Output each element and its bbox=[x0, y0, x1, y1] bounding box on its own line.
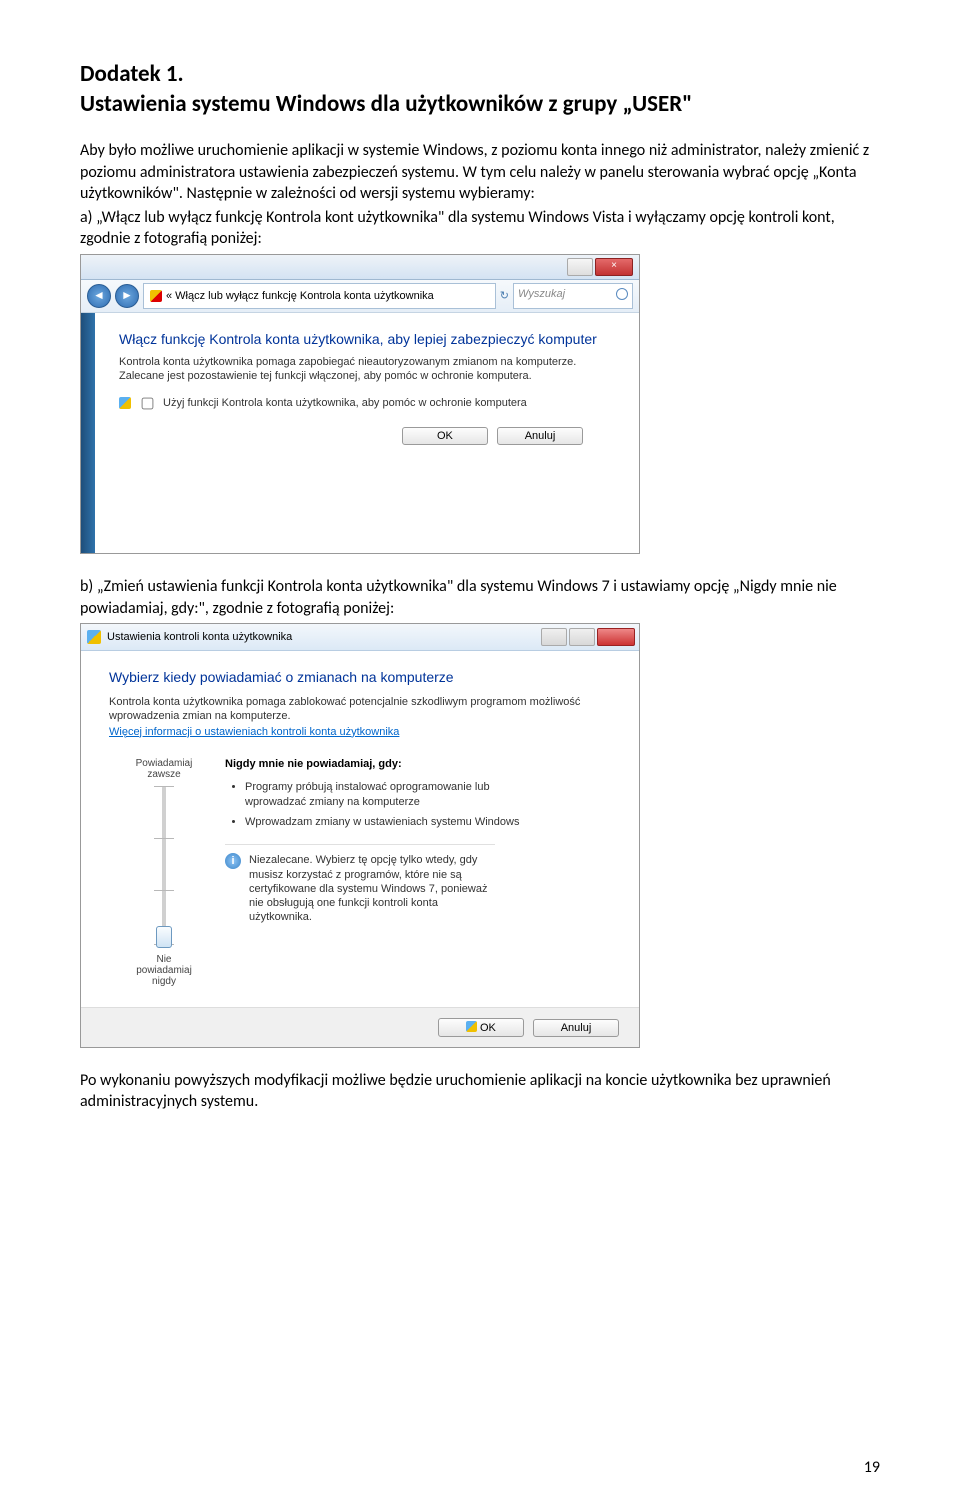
uac-checkbox-row: Użyj funkcji Kontrola konta użytkownika,… bbox=[119, 394, 615, 413]
window-body: Wybierz kiedy powiadamiać o zmianach na … bbox=[81, 651, 639, 1007]
slider-description-column: Nigdy mnie nie powiadamiaj, gdy: Program… bbox=[225, 758, 601, 987]
never-notify-heading: Nigdy mnie nie powiadamiaj, gdy: bbox=[225, 758, 601, 770]
search-placeholder: Wyszukaj bbox=[518, 288, 565, 300]
shield-icon bbox=[119, 397, 131, 409]
paragraph-option-a: a) „Włącz lub wyłącz funkcję Kontrola ko… bbox=[80, 207, 880, 250]
slider-label-never: Nie powiadamiaj nigdy bbox=[129, 954, 199, 987]
more-info-link[interactable]: Więcej informacji o ustawieniach kontrol… bbox=[109, 726, 399, 738]
bullet-item: Wprowadzam zmiany w ustawieniach systemu… bbox=[245, 815, 525, 830]
shield-icon bbox=[87, 630, 101, 644]
warning-text: Niezalecane. Wybierz tę opcję tylko wted… bbox=[249, 853, 495, 924]
minimize-button[interactable] bbox=[541, 628, 567, 646]
paragraph-option-b: b) „Zmień ustawienia funkcji Kontrola ko… bbox=[80, 576, 880, 619]
uac-checkbox-label: Użyj funkcji Kontrola konta użytkownika,… bbox=[163, 397, 527, 409]
info-icon: i bbox=[225, 853, 241, 869]
uac-checkbox[interactable] bbox=[142, 397, 154, 409]
content-area: Włącz funkcję Kontrola konta użytkownika… bbox=[95, 313, 639, 553]
window-title: Ustawienia kontroli konta użytkownika bbox=[107, 631, 292, 643]
shield-icon bbox=[466, 1021, 477, 1032]
search-input[interactable]: Wyszukaj bbox=[513, 283, 633, 309]
screenshot-win7-uac: Ustawienia kontroli konta użytkownika Wy… bbox=[80, 623, 640, 1048]
ok-label: OK bbox=[480, 1022, 496, 1034]
document-page: Dodatek 1. Ustawienia systemu Windows dl… bbox=[0, 0, 960, 1507]
window-body: Włącz funkcję Kontrola konta użytkownika… bbox=[81, 313, 639, 553]
nav-bar: ◄ ► « Włącz lub wyłącz funkcję Kontrola … bbox=[81, 280, 639, 313]
minimize-button[interactable] bbox=[567, 258, 593, 276]
cancel-button[interactable]: Anuluj bbox=[533, 1019, 619, 1037]
close-button[interactable] bbox=[597, 628, 635, 646]
panel-heading: Wybierz kiedy powiadamiać o zmianach na … bbox=[109, 669, 611, 685]
bullet-item: Programy próbują instalować oprogramowan… bbox=[245, 780, 525, 810]
heading-dodatek: Dodatek 1. bbox=[80, 60, 880, 88]
never-notify-bullets: Programy próbują instalować oprogramowan… bbox=[225, 780, 525, 831]
panel-description: Kontrola konta użytkownika pomaga zablok… bbox=[109, 695, 611, 724]
maximize-button[interactable] bbox=[569, 628, 595, 646]
forward-button[interactable]: ► bbox=[115, 284, 139, 308]
cancel-button[interactable]: Anuluj bbox=[497, 427, 583, 445]
breadcrumb-bar[interactable]: « Włącz lub wyłącz funkcję Kontrola kont… bbox=[143, 283, 496, 309]
warning-box: i Niezalecane. Wybierz tę opcję tylko wt… bbox=[225, 844, 495, 924]
breadcrumb-text: « Włącz lub wyłącz funkcję Kontrola kont… bbox=[166, 288, 434, 304]
window-controls bbox=[541, 628, 635, 646]
button-row: OK Anuluj bbox=[119, 413, 615, 461]
screenshot-vista-uac: × ◄ ► « Włącz lub wyłącz funkcję Kontrol… bbox=[80, 254, 640, 554]
back-button[interactable]: ◄ bbox=[87, 284, 111, 308]
slider-area: Powiadamiaj zawsze Nie powiadamiaj nigdy… bbox=[109, 738, 611, 995]
slider-tick bbox=[154, 838, 174, 839]
window-titlebar: × bbox=[81, 255, 639, 280]
slider-track-wrap bbox=[152, 786, 176, 946]
window-titlebar: Ustawienia kontroli konta użytkownika bbox=[81, 624, 639, 651]
refresh-icon[interactable]: ↻ bbox=[500, 289, 509, 302]
search-icon bbox=[616, 288, 628, 300]
slider-tick bbox=[154, 890, 174, 891]
slider-column: Powiadamiaj zawsze Nie powiadamiaj nigdy bbox=[129, 758, 199, 987]
panel-heading: Włącz funkcję Kontrola konta użytkownika… bbox=[119, 331, 615, 347]
shield-icon bbox=[150, 290, 162, 302]
page-number: 19 bbox=[864, 1458, 880, 1477]
left-gradient-panel bbox=[81, 313, 95, 553]
button-row: OK Anuluj bbox=[81, 1007, 639, 1047]
slider-thumb[interactable] bbox=[156, 926, 172, 948]
paragraph-intro: Aby było możliwe uruchomienie aplikacji … bbox=[80, 140, 880, 205]
close-button[interactable]: × bbox=[595, 258, 633, 276]
ok-button[interactable]: OK bbox=[438, 1018, 524, 1037]
heading-ustawienia: Ustawienia systemu Windows dla użytkowni… bbox=[80, 90, 880, 118]
ok-button[interactable]: OK bbox=[402, 427, 488, 445]
slider-track[interactable] bbox=[162, 786, 166, 946]
paragraph-closing: Po wykonaniu powyższych modyfikacji możl… bbox=[80, 1070, 880, 1113]
panel-description: Kontrola konta użytkownika pomaga zapobi… bbox=[119, 355, 615, 384]
slider-tick bbox=[154, 786, 174, 787]
slider-label-always: Powiadamiaj zawsze bbox=[129, 758, 199, 780]
